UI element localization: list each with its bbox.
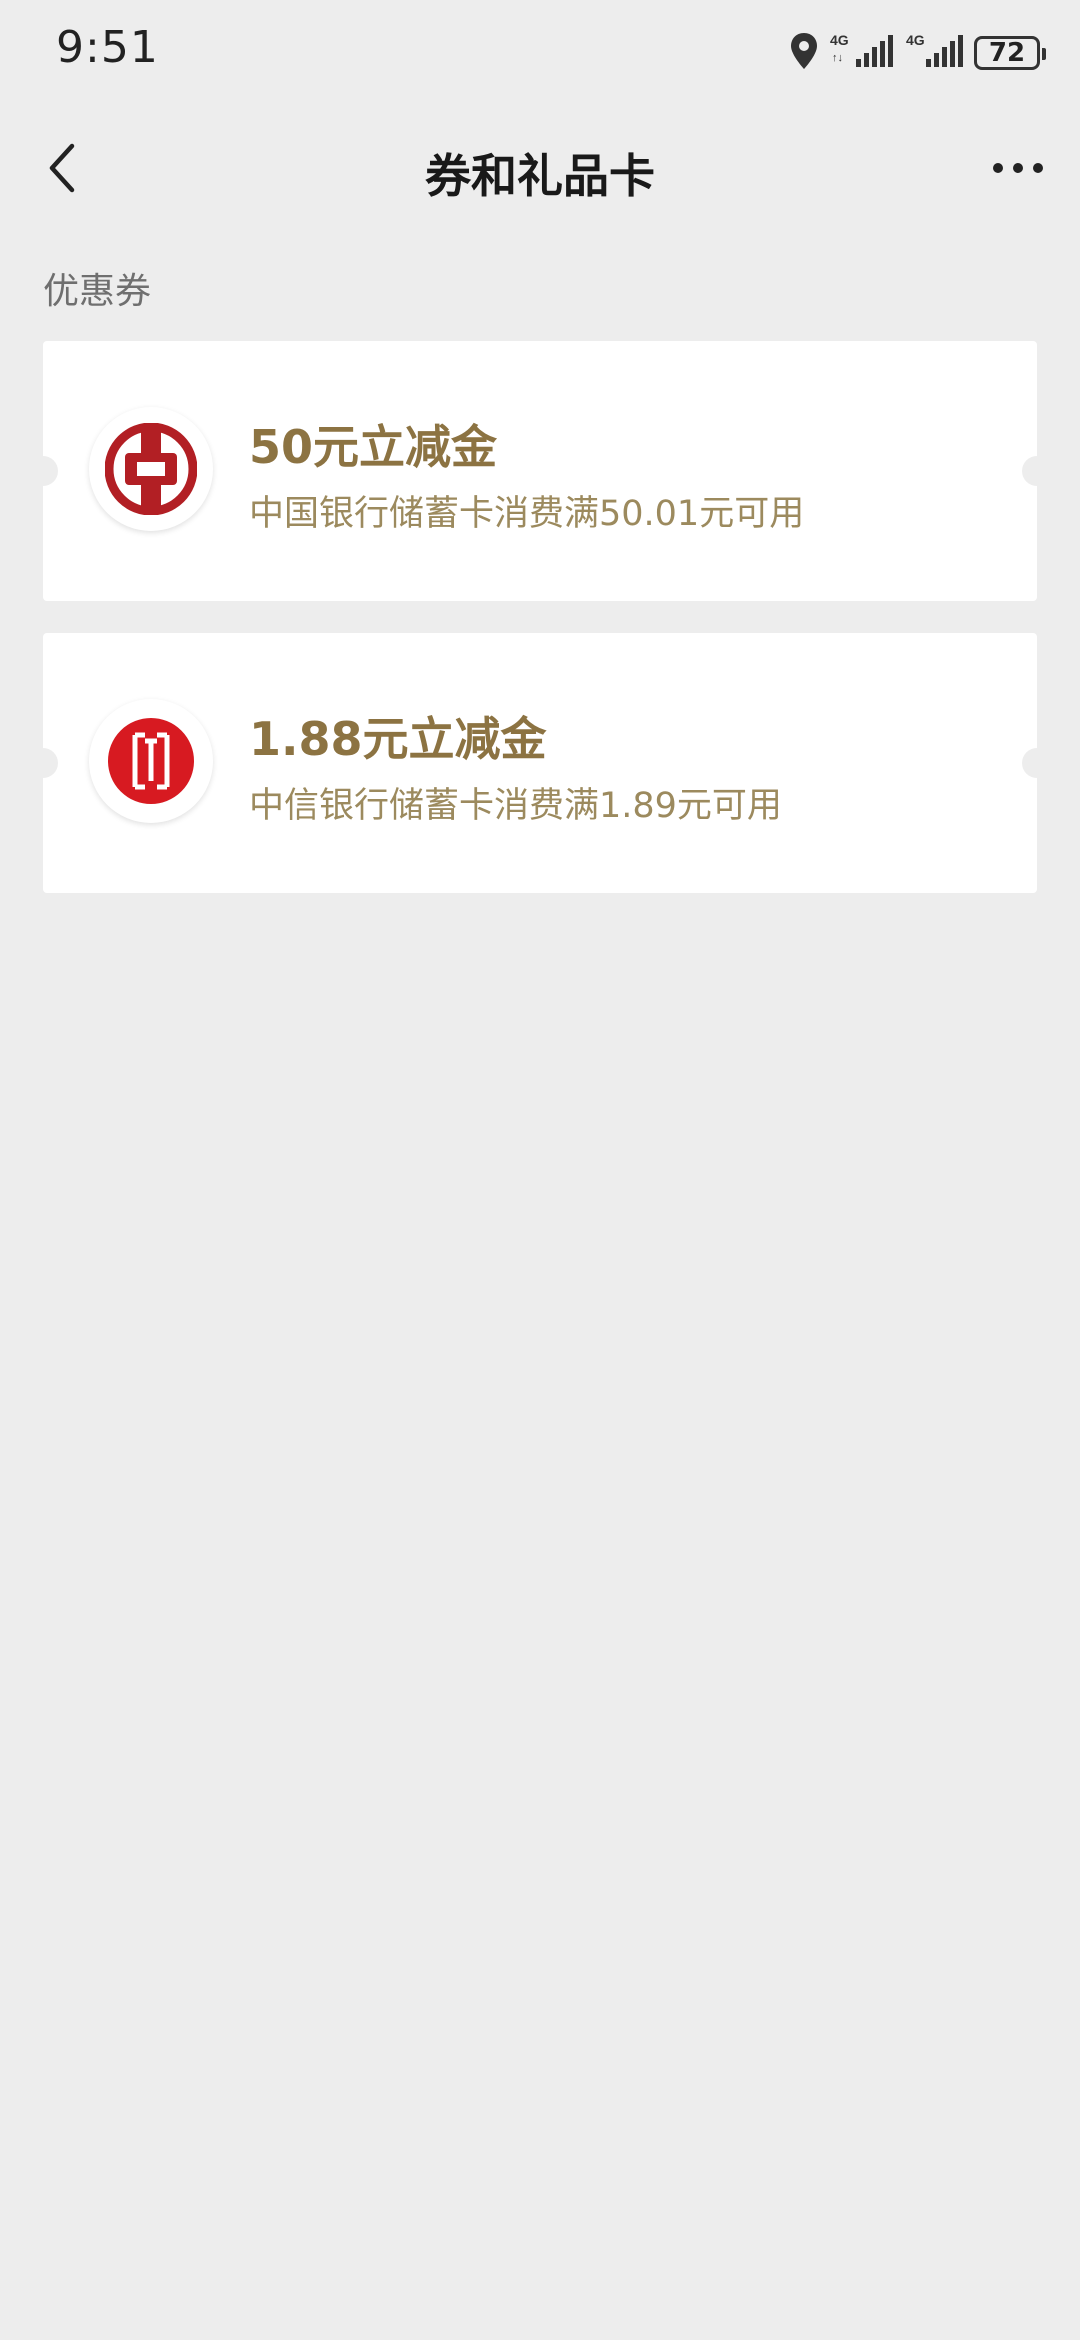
coupon-card[interactable]: 50元立减金 中国银行储蓄卡消费满50.01元可用	[28, 341, 1052, 601]
coupon-title: 1.88元立减金	[249, 712, 547, 766]
svg-text:↑↓: ↑↓	[832, 52, 843, 64]
bank-of-china-logo	[89, 407, 213, 531]
card-notch	[1022, 748, 1052, 778]
card-notch	[28, 748, 58, 778]
card-notch	[28, 456, 58, 486]
coupon-description: 中信银行储蓄卡消费满1.89元可用	[249, 786, 782, 826]
status-icons: 4G ↑↓ 4G 72	[788, 28, 1046, 78]
location-icon	[788, 31, 820, 75]
coupon-title: 50元立减金	[249, 420, 498, 474]
coupon-card[interactable]: 1.88元立减金 中信银行储蓄卡消费满1.89元可用	[28, 633, 1052, 893]
section-label: 优惠券	[43, 271, 152, 312]
nav-bar: 券和礼品卡	[0, 110, 1080, 230]
page-title: 券和礼品卡	[425, 149, 655, 203]
status-bar: 9:51 4G ↑↓ 4G 72	[0, 0, 1080, 110]
screen: 9:51 4G ↑↓ 4G 72 券和礼品卡 优惠券 50元立减金 中国银行储蓄…	[0, 0, 1080, 2340]
svg-text:4G: 4G	[830, 32, 849, 48]
card-notch	[1022, 456, 1052, 486]
svg-text:4G: 4G	[906, 32, 925, 48]
more-button[interactable]	[978, 130, 1058, 210]
signal-4g-icon: 4G	[906, 31, 964, 75]
more-dots-icon	[990, 160, 1046, 180]
citic-bank-logo	[89, 699, 213, 823]
coupon-description: 中国银行储蓄卡消费满50.01元可用	[249, 494, 805, 534]
battery-level: 72	[988, 38, 1026, 68]
signal-4g-icon: 4G ↑↓	[830, 31, 896, 75]
status-time: 9:51	[56, 22, 159, 73]
battery-icon: 72	[974, 36, 1046, 70]
